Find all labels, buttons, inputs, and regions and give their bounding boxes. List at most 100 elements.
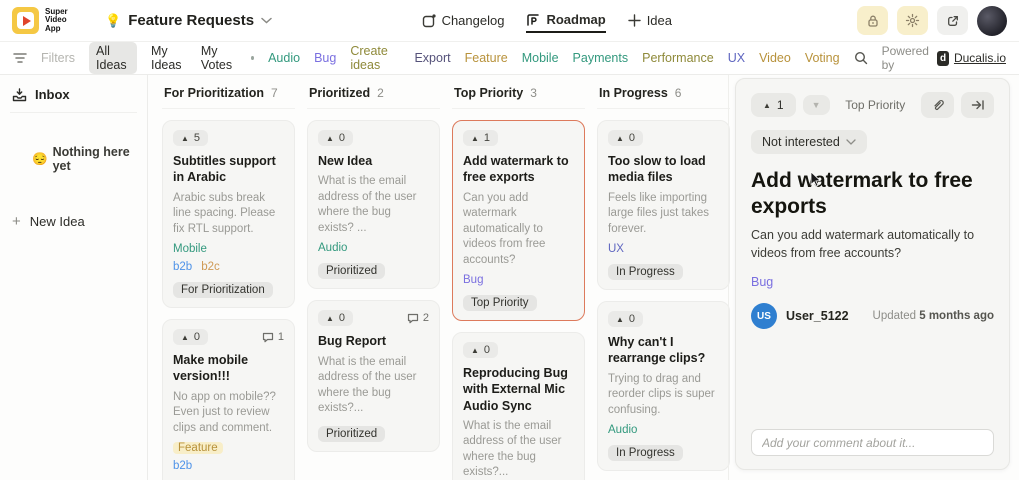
card-title[interactable]: Too slow to load media files bbox=[608, 153, 719, 186]
card-status-chip[interactable]: Prioritized bbox=[318, 263, 385, 279]
vote-button[interactable]: ▲1 bbox=[463, 130, 498, 146]
card-tag[interactable]: UX bbox=[608, 243, 624, 255]
user-avatar[interactable] bbox=[977, 6, 1007, 36]
vote-button[interactable]: ▲0 bbox=[608, 311, 643, 327]
vote-button[interactable]: ▲0 bbox=[608, 130, 643, 146]
card-title[interactable]: New Idea bbox=[318, 153, 429, 169]
filter-tag-ux[interactable]: UX bbox=[728, 51, 745, 65]
search-icon[interactable] bbox=[854, 51, 868, 65]
filter-tag-performance[interactable]: Performance bbox=[642, 51, 714, 65]
not-interested-dropdown[interactable]: Not interested bbox=[751, 130, 867, 154]
idea-card[interactable]: ▲0 1 Make mobile version!!! No app on mo… bbox=[162, 319, 295, 480]
upvote-icon: ▲ bbox=[471, 134, 479, 143]
panel-author-row: US User_5122 Updated 5 months ago bbox=[751, 303, 994, 329]
settings-button[interactable] bbox=[897, 6, 928, 35]
card-status-chip[interactable]: Prioritized bbox=[318, 426, 385, 442]
view-my-ideas[interactable]: My Ideas bbox=[151, 44, 187, 72]
card-title[interactable]: Add watermark to free exports bbox=[463, 153, 574, 186]
attach-file-button[interactable] bbox=[921, 92, 954, 118]
filter-tag-export[interactable]: Export bbox=[414, 51, 450, 65]
collapse-panel-button[interactable] bbox=[961, 92, 994, 118]
card-tag[interactable]: b2c bbox=[201, 261, 220, 273]
idea-card[interactable]: ▲5 Subtitles support in Arabic Arabic su… bbox=[162, 120, 295, 308]
filter-tag-bug[interactable]: Bug bbox=[314, 51, 336, 65]
idea-card[interactable]: ▲0 Reproducing Bug with External Mic Aud… bbox=[452, 332, 585, 480]
filter-tag-audio[interactable]: Audio bbox=[268, 51, 300, 65]
idea-card[interactable]: ▲0 2 Bug Report What is the email addres… bbox=[307, 300, 440, 451]
sad-emoji-icon: 😔 bbox=[32, 152, 48, 167]
card-title[interactable]: Make mobile version!!! bbox=[173, 352, 284, 385]
nav-roadmap[interactable]: Roadmap bbox=[526, 8, 605, 33]
app-logo-icon bbox=[12, 7, 39, 34]
card-description: What is the email address of the user wh… bbox=[318, 355, 429, 417]
comment-input[interactable] bbox=[751, 429, 994, 456]
card-description: Can you add watermark automatically to v… bbox=[463, 191, 574, 269]
roadmap-icon bbox=[526, 13, 540, 27]
column-in-progress: In Progress 6 ▲0 Too slow to load media … bbox=[597, 81, 730, 480]
card-tag[interactable]: Feature bbox=[173, 442, 223, 454]
filter-tag-mobile[interactable]: Mobile bbox=[522, 51, 559, 65]
card-title[interactable]: Reproducing Bug with External Mic Audio … bbox=[463, 365, 574, 414]
lock-icon bbox=[866, 14, 880, 28]
card-tag[interactable]: Audio bbox=[318, 242, 347, 254]
ducalis-link[interactable]: Ducalis.io bbox=[954, 51, 1006, 65]
chevron-down-icon bbox=[261, 17, 272, 24]
plus-icon: + bbox=[12, 213, 21, 230]
filter-tag-payments[interactable]: Payments bbox=[573, 51, 629, 65]
powered-by: Powered by d Ducalis.io bbox=[882, 44, 1006, 72]
card-description: What is the email address of the user wh… bbox=[318, 174, 429, 236]
card-status-chip[interactable]: Top Priority bbox=[463, 295, 537, 311]
nav-new-idea[interactable]: Idea bbox=[628, 9, 672, 32]
card-title[interactable]: Subtitles support in Arabic bbox=[173, 153, 284, 186]
card-tag[interactable]: Bug bbox=[463, 274, 483, 286]
idea-card-selected[interactable]: ▲1 Add watermark to free exports Can you… bbox=[452, 120, 585, 321]
idea-card[interactable]: ▲0 Why can't I rearrange clips? Trying t… bbox=[597, 301, 730, 471]
upvote-icon: ▲ bbox=[616, 134, 624, 143]
idea-card[interactable]: ▲0 New Idea What is the email address of… bbox=[307, 120, 440, 289]
nav-changelog[interactable]: Changelog bbox=[422, 9, 505, 32]
comment-count: 2 bbox=[407, 312, 429, 324]
page-title: Feature Requests bbox=[128, 12, 254, 29]
sidebar-new-idea-button[interactable]: + New Idea bbox=[12, 213, 137, 230]
view-my-votes[interactable]: My Votes bbox=[201, 44, 237, 72]
card-status-chip[interactable]: In Progress bbox=[608, 445, 683, 461]
board-title-menu[interactable]: 💡 Feature Requests bbox=[105, 12, 272, 29]
card-tag[interactable]: b2b bbox=[173, 261, 192, 273]
filter-tag-voting[interactable]: Voting bbox=[805, 51, 840, 65]
privacy-lock-button[interactable] bbox=[857, 6, 888, 35]
vote-button[interactable]: ▲0 bbox=[318, 130, 353, 146]
vote-button[interactable]: ▲0 bbox=[318, 310, 353, 326]
panel-upvote-button[interactable]: ▲1 bbox=[751, 93, 796, 117]
card-description: Trying to drag and reorder clips is supe… bbox=[608, 372, 719, 419]
idea-card[interactable]: ▲0 Too slow to load media files Feels li… bbox=[597, 120, 730, 290]
filters-icon[interactable] bbox=[13, 52, 27, 64]
upvote-icon: ▲ bbox=[181, 134, 189, 143]
card-description: Feels like importing large files just ta… bbox=[608, 191, 719, 238]
card-status-chip[interactable]: For Prioritization bbox=[173, 282, 273, 298]
card-status-chip[interactable]: In Progress bbox=[608, 264, 683, 280]
vote-button[interactable]: ▲0 bbox=[173, 329, 208, 345]
card-title[interactable]: Bug Report bbox=[318, 333, 429, 349]
panel-downvote-button[interactable]: ▼ bbox=[803, 95, 830, 115]
sidebar-inbox[interactable]: Inbox bbox=[10, 81, 137, 113]
card-title[interactable]: Why can't I rearrange clips? bbox=[608, 334, 719, 367]
card-tag[interactable]: b2b bbox=[173, 460, 192, 472]
upvote-icon: ▲ bbox=[181, 333, 189, 342]
view-all-ideas[interactable]: All Ideas bbox=[89, 42, 137, 74]
filter-tag-video[interactable]: Video bbox=[759, 51, 791, 65]
open-public-board-button[interactable] bbox=[937, 6, 968, 35]
card-tag[interactable]: Mobile bbox=[173, 243, 207, 255]
app-logo[interactable]: Super Video App bbox=[12, 7, 79, 34]
panel-idea-title: Add watermark to free exports bbox=[751, 168, 994, 219]
filter-tag-feature[interactable]: Feature bbox=[465, 51, 508, 65]
paperclip-icon bbox=[931, 98, 945, 112]
column-for-prioritization: For Prioritization 7 ▲5 Subtitles suppor… bbox=[162, 81, 295, 480]
filter-tag-create-ideas[interactable]: Create ideas bbox=[350, 44, 400, 72]
filters-label[interactable]: Filters bbox=[41, 51, 75, 65]
lightbulb-icon: 💡 bbox=[105, 13, 121, 29]
vote-button[interactable]: ▲5 bbox=[173, 130, 208, 146]
panel-tag-bug[interactable]: Bug bbox=[751, 275, 994, 289]
card-tag[interactable]: Audio bbox=[608, 424, 637, 436]
column-prioritized: Prioritized 2 ▲0 New Idea What is the em… bbox=[307, 81, 440, 480]
vote-button[interactable]: ▲0 bbox=[463, 342, 498, 358]
